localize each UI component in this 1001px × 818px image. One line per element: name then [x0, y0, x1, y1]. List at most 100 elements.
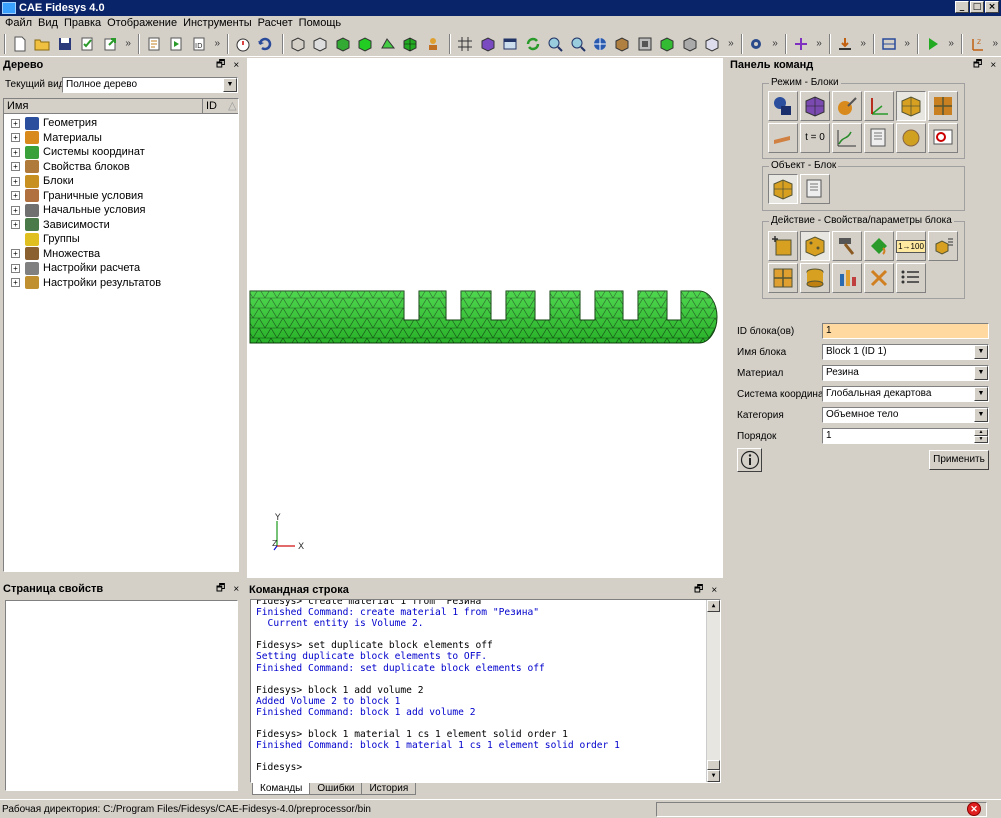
tree-item[interactable]: + Системы координат — [4, 145, 238, 160]
tree-item[interactable]: + Геометрия — [4, 116, 238, 131]
export-icon[interactable] — [100, 34, 119, 54]
expand-icon[interactable]: + — [11, 220, 20, 230]
toolbar-overflow-icon[interactable]: » — [772, 38, 778, 49]
block-name-select[interactable]: Block 1 (ID 1) ▼ — [822, 344, 989, 360]
rotate-view-icon[interactable] — [590, 34, 609, 54]
zoom-in-icon[interactable] — [545, 34, 564, 54]
tab-errors[interactable]: Ошибки — [309, 783, 363, 795]
chevron-down-icon[interactable]: ▼ — [974, 408, 988, 422]
gray-view-icon[interactable] — [680, 34, 699, 54]
toolbar-overflow-icon[interactable]: » — [992, 38, 998, 49]
close-panel-icon[interactable]: × — [233, 60, 239, 71]
float-panel-icon[interactable]: 🗗 — [694, 582, 703, 599]
hammer-button[interactable] — [832, 231, 862, 261]
toolbar-overflow-icon[interactable]: » — [728, 38, 734, 49]
journal-icon[interactable] — [144, 34, 163, 54]
tree-item[interactable]: + Свойства блоков — [4, 160, 238, 175]
menu-help[interactable]: Помощь — [298, 17, 347, 29]
fit-icon[interactable] — [635, 34, 654, 54]
apply-button[interactable]: Применить — [929, 450, 989, 470]
expand-icon[interactable]: + — [11, 263, 20, 273]
scroll-thumb[interactable] — [707, 760, 720, 770]
geometry-mode-button[interactable] — [768, 91, 798, 121]
float-panel-icon[interactable]: 🗗 — [216, 57, 225, 74]
current-view-select[interactable]: Полное дерево ▼ — [62, 77, 238, 93]
tab-history[interactable]: История — [361, 783, 417, 795]
check-doc-icon[interactable] — [77, 34, 96, 54]
open-folder-icon[interactable] — [32, 34, 51, 54]
coordinate-system-select[interactable]: Глобальная декартова ▼ — [822, 386, 989, 402]
chevron-down-icon[interactable]: ▼ — [974, 387, 988, 401]
tree-item[interactable]: + Начальные условия — [4, 203, 238, 218]
cylinder-block-button[interactable] — [800, 263, 830, 293]
mesh-cube-icon[interactable] — [400, 34, 419, 54]
float-panel-icon[interactable]: 🗗 — [973, 57, 982, 74]
tree-item[interactable]: + Зависимости — [4, 218, 238, 233]
axes-z-icon[interactable]: Z — [967, 34, 986, 54]
expand-icon[interactable]: + — [11, 133, 20, 143]
toolbar-overflow-icon[interactable]: » — [816, 38, 822, 49]
maximize-button[interactable]: □ — [970, 1, 984, 13]
expand-icon[interactable]: + — [11, 147, 20, 157]
wireframe-cube-icon[interactable] — [288, 34, 307, 54]
3d-viewport[interactable]: Y X Z — [247, 58, 723, 578]
box-icon[interactable] — [613, 34, 632, 54]
initial-mode-button[interactable]: t = 0 — [800, 123, 830, 153]
category-select[interactable]: Объемное тело ▼ — [822, 407, 989, 423]
tree-item[interactable]: Группы — [4, 232, 238, 247]
info-button[interactable] — [737, 448, 762, 472]
tree-item[interactable]: + Настройки расчета — [4, 261, 238, 276]
tree-col-name[interactable]: Имя — [4, 99, 203, 113]
dependencies-mode-button[interactable] — [832, 123, 862, 153]
spin-up-icon[interactable]: ▲ — [974, 429, 988, 436]
play-script-icon[interactable] — [166, 34, 185, 54]
tree-item[interactable]: + Множества — [4, 247, 238, 262]
block-object-button[interactable] — [768, 174, 798, 204]
expand-icon[interactable]: + — [11, 249, 20, 259]
block-id-input[interactable]: 1 — [822, 323, 989, 339]
layout-icon[interactable] — [879, 34, 898, 54]
material-select[interactable]: Резина ▼ — [822, 365, 989, 381]
spin-down-icon[interactable]: ▼ — [974, 436, 988, 443]
float-panel-icon[interactable]: 🗗 — [216, 581, 225, 598]
sets-mode-button[interactable] — [928, 91, 958, 121]
shaded-cube-icon[interactable] — [333, 34, 352, 54]
transparent-cube-icon[interactable] — [703, 34, 722, 54]
delete-block-button[interactable] — [864, 263, 894, 293]
toolbar-overflow-icon[interactable]: » — [948, 38, 954, 49]
new-file-icon[interactable] — [10, 34, 29, 54]
block-properties-object-button[interactable] — [800, 174, 830, 204]
toolbar-overflow-icon[interactable]: » — [125, 38, 131, 49]
import-icon[interactable] — [835, 34, 854, 54]
green-cube-icon[interactable] — [355, 34, 374, 54]
expand-icon[interactable]: + — [11, 176, 20, 186]
calc-settings-mode-button[interactable] — [864, 123, 894, 153]
tab-commands[interactable]: Команды — [252, 783, 311, 795]
expand-icon[interactable]: + — [11, 278, 20, 288]
scroll-down-icon[interactable]: ▼ — [707, 770, 720, 782]
scroll-up-icon[interactable]: ▲ — [707, 600, 720, 612]
hidden-line-cube-icon[interactable] — [310, 34, 329, 54]
expand-icon[interactable]: + — [11, 118, 20, 128]
close-panel-icon[interactable]: × — [990, 60, 996, 71]
window-icon[interactable] — [500, 34, 519, 54]
grid-icon[interactable] — [455, 34, 474, 54]
expand-icon[interactable]: + — [11, 191, 20, 201]
purple-cube-icon[interactable] — [478, 34, 497, 54]
bc-mode-button[interactable] — [768, 123, 798, 153]
chevron-down-icon[interactable]: ▼ — [974, 366, 988, 380]
id-icon[interactable]: ID — [189, 34, 208, 54]
tree-item[interactable]: + Блоки — [4, 174, 238, 189]
block-info-button[interactable] — [832, 263, 862, 293]
split-block-button[interactable] — [768, 263, 798, 293]
order-spinbox[interactable]: 1 ▲ ▼ — [822, 428, 989, 444]
zoom-out-icon[interactable] — [568, 34, 587, 54]
tree-item[interactable]: + Настройки результатов — [4, 276, 238, 291]
green-view-icon[interactable] — [658, 34, 677, 54]
paint-button[interactable] — [864, 231, 894, 261]
command-scrollbar[interactable]: ▲ ▼ — [706, 600, 720, 782]
expand-icon[interactable]: + — [11, 162, 20, 172]
refresh-icon[interactable] — [523, 34, 542, 54]
menu-calc[interactable]: Расчет — [257, 17, 298, 29]
close-panel-icon[interactable]: × — [711, 585, 717, 596]
